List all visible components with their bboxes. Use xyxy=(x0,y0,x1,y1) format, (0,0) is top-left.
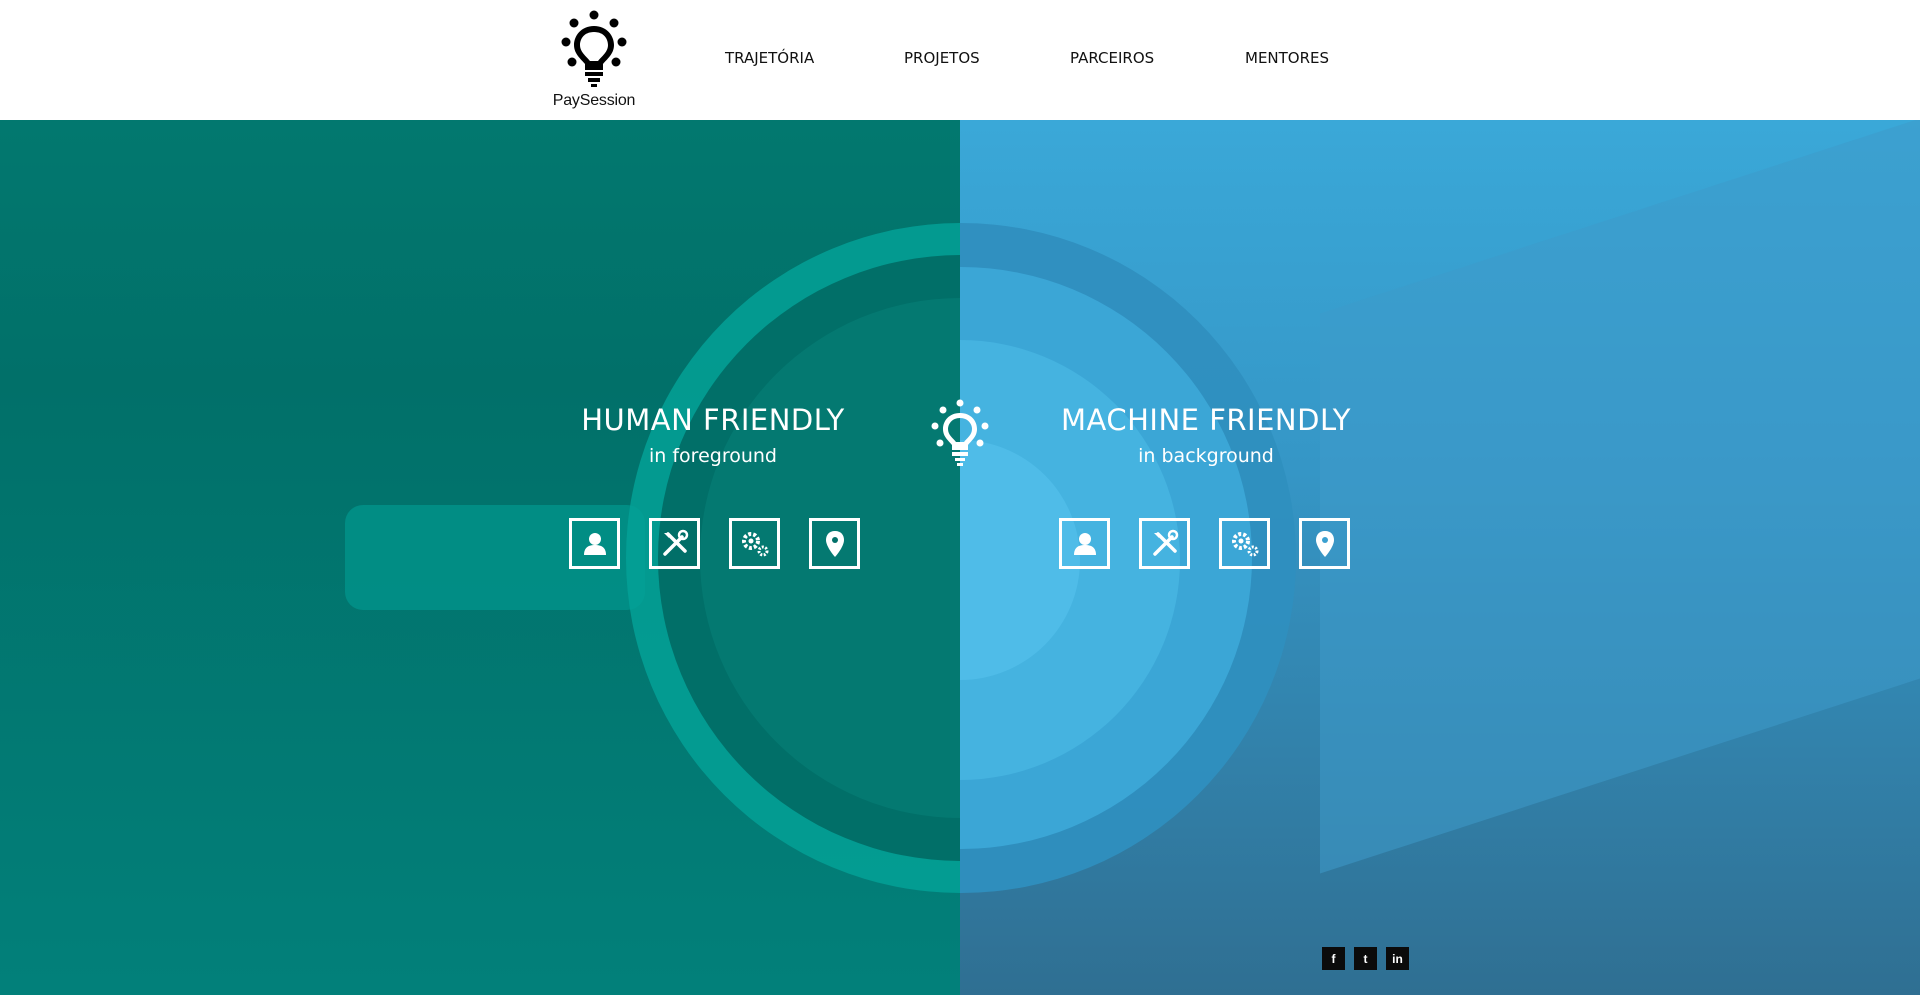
location-pin-icon-button[interactable] xyxy=(1299,518,1350,569)
lightbulb-logo-icon xyxy=(561,10,627,87)
hero-section: HUMAN FRIENDLY in foreground MACHINE FRI… xyxy=(0,120,1920,995)
human-friendly-subtitle: in foreground xyxy=(649,445,777,467)
location-pin-icon-button[interactable] xyxy=(809,518,860,569)
nav-item-trajetoria[interactable]: TRAJETÓRIA xyxy=(725,49,814,67)
gears-icon xyxy=(1231,531,1258,556)
location-pin-icon xyxy=(825,530,844,557)
tools-icon-button[interactable] xyxy=(649,518,700,569)
tools-icon xyxy=(1152,529,1178,556)
user-icon xyxy=(1073,532,1096,555)
logo-text: PaySession xyxy=(552,92,636,109)
tools-icon xyxy=(662,529,688,556)
site-header: PaySession TRAJETÓRIA PROJETOS PARCEIROS… xyxy=(0,0,1920,120)
facebook-icon[interactable]: f xyxy=(1322,947,1345,970)
gears-icon-button[interactable] xyxy=(729,518,780,569)
paysession-logo[interactable]: PaySession xyxy=(552,8,636,116)
user-icon-button[interactable] xyxy=(569,518,620,569)
gears-icon xyxy=(741,531,768,556)
linkedin-icon[interactable]: in xyxy=(1386,947,1409,970)
nav-item-mentores[interactable]: MENTORES xyxy=(1245,49,1329,67)
human-friendly-title: HUMAN FRIENDLY xyxy=(581,403,845,437)
gears-icon-button[interactable] xyxy=(1219,518,1270,569)
machine-friendly-title: MACHINE FRIENDLY xyxy=(1061,403,1351,437)
keyboard-shape xyxy=(1320,120,1920,874)
lightbulb-icon xyxy=(931,399,989,466)
twitter-icon[interactable]: t xyxy=(1354,947,1377,970)
user-icon xyxy=(583,532,606,555)
user-icon-button[interactable] xyxy=(1059,518,1110,569)
tools-icon-button[interactable] xyxy=(1139,518,1190,569)
location-pin-icon xyxy=(1315,530,1334,557)
nav-item-parceiros[interactable]: PARCEIROS xyxy=(1070,49,1154,67)
nav-item-projetos[interactable]: PROJETOS xyxy=(904,49,980,67)
machine-friendly-subtitle: in background xyxy=(1138,445,1274,467)
